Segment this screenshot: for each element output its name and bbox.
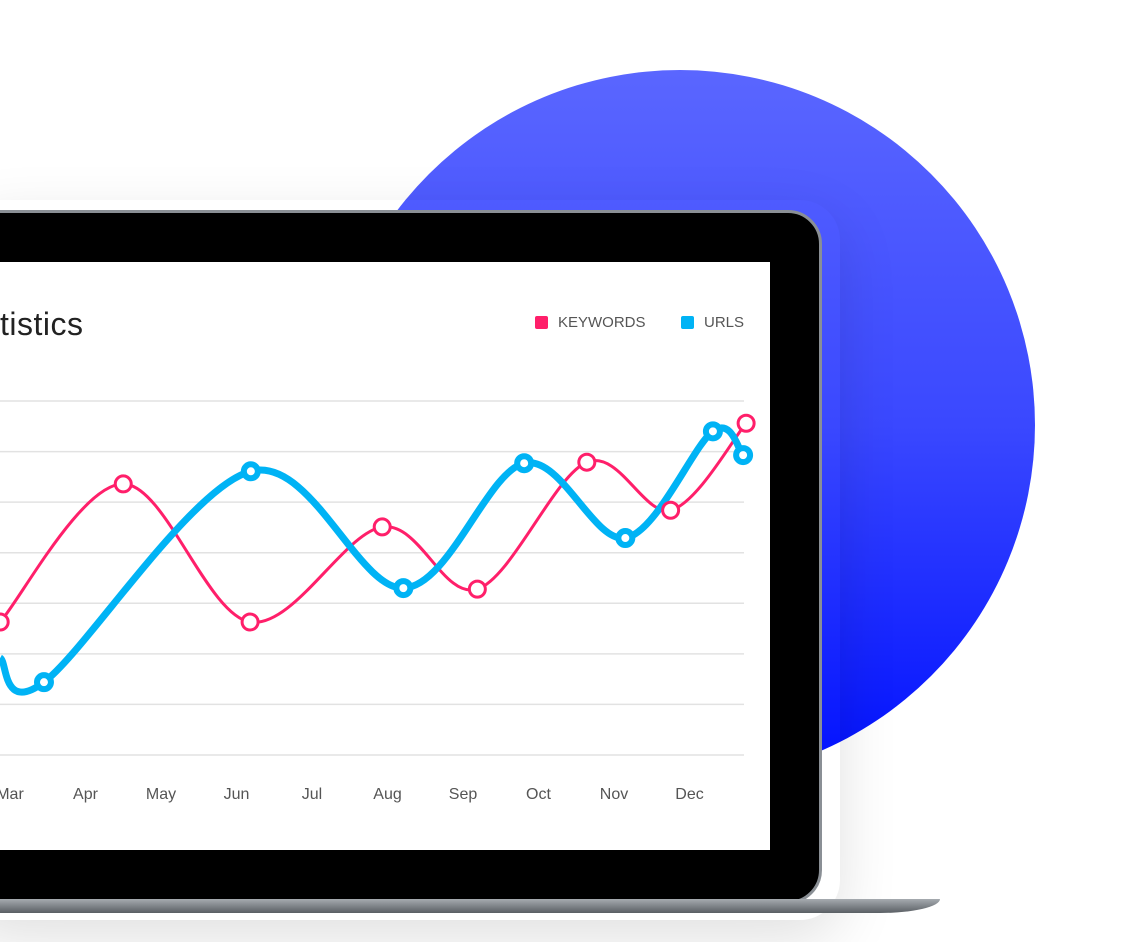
x-tick-label: Dec <box>675 786 703 803</box>
x-tick-label: Sep <box>449 786 478 803</box>
keywords-point <box>661 500 681 520</box>
urls-point <box>393 578 414 599</box>
x-tick-label: Mar <box>0 786 24 803</box>
x-tick-label: Nov <box>600 786 628 803</box>
x-tick-label: Apr <box>73 786 99 803</box>
keywords-line <box>0 422 748 624</box>
line-chart: Mar Apr May Jun Jul Aug Sep Oct Nov Dec <box>0 400 756 803</box>
keywords-point <box>240 612 260 632</box>
keywords-point <box>577 452 597 472</box>
urls-point <box>733 445 754 466</box>
keywords-point <box>736 413 756 433</box>
urls-point <box>33 672 54 693</box>
x-tick-label: Oct <box>526 786 551 803</box>
x-tick-label: May <box>146 786 176 803</box>
x-tick-label: Aug <box>373 786 401 803</box>
urls-point <box>514 453 535 474</box>
urls-point <box>615 528 636 549</box>
keywords-point <box>113 474 133 494</box>
x-tick-label: Jun <box>224 786 250 803</box>
urls-line <box>0 424 746 696</box>
keywords-point <box>467 579 487 599</box>
keywords-point <box>0 612 10 632</box>
keywords-point <box>372 517 392 537</box>
laptop-base <box>0 899 940 913</box>
urls-point <box>240 461 261 482</box>
laptop-screen: tistics KEYWORDS URLS Mar Apr May Jun Jul Aug… <box>0 262 770 850</box>
x-tick-label: Jul <box>302 786 322 803</box>
urls-point <box>702 421 723 442</box>
